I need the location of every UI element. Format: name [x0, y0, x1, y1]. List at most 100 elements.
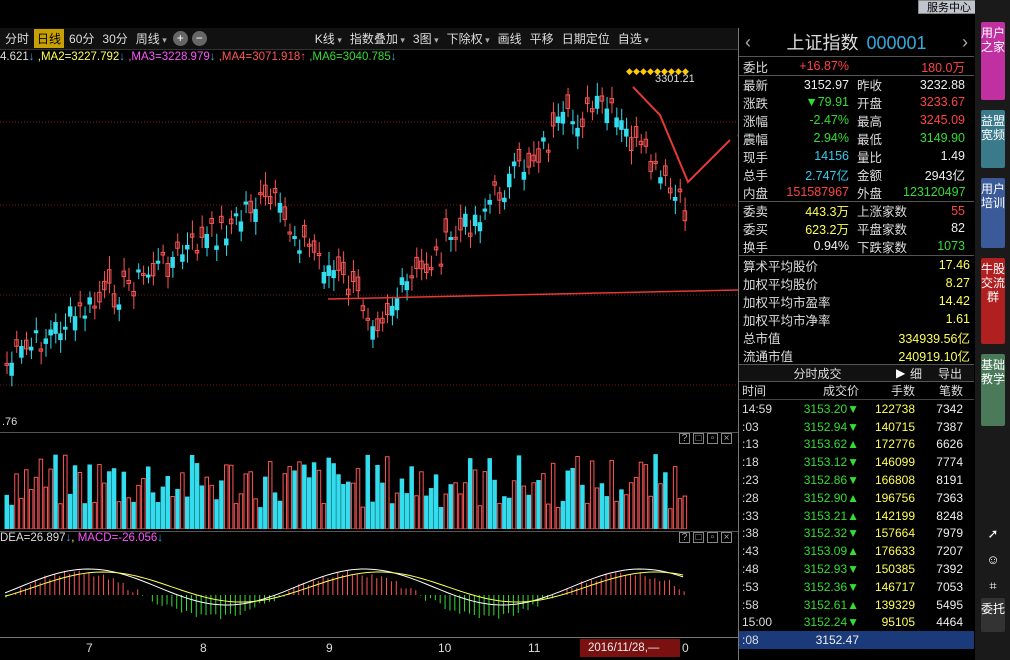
side-tab-stock-group[interactable]: 牛股交流群 — [981, 258, 1005, 344]
volume-bar — [536, 480, 541, 529]
candle-body — [28, 346, 34, 351]
quote-label: 上涨家数 — [857, 205, 908, 219]
tick-volume: 142199 — [874, 508, 915, 523]
candle-body — [672, 196, 678, 201]
tick-time: :28 — [742, 490, 759, 505]
tick-time: :23 — [742, 473, 759, 488]
tick-volume: 176633 — [874, 544, 915, 559]
high-price-label: 3301.21 — [655, 73, 695, 85]
volume-bar — [433, 474, 439, 529]
quote-row: 震幅 2.94% 最低 3149.90 — [739, 129, 974, 147]
candle-body — [136, 269, 141, 273]
stat-label: 流通市值 — [743, 349, 794, 364]
tab-30min[interactable]: 30分 — [99, 29, 130, 48]
volume-bar — [672, 466, 678, 529]
pan-button[interactable]: 平移 — [527, 29, 557, 48]
tick-title: 分时成交 — [793, 366, 842, 381]
tick-count: 7979 — [936, 526, 963, 541]
candle-body — [404, 281, 410, 291]
tab-weekly[interactable]: 周线 — [133, 29, 170, 48]
volume-bar — [136, 484, 141, 529]
draw-line-button[interactable]: 画线 — [495, 29, 525, 48]
volume-bar — [106, 471, 112, 529]
rocket-icon[interactable]: ➚ — [981, 522, 1005, 546]
low-price-label: .76 — [2, 416, 17, 428]
candle-body — [145, 274, 151, 278]
volume-bar — [92, 501, 97, 529]
volume-bar — [389, 503, 395, 529]
watchlist-dropdown[interactable]: 自选 — [615, 29, 652, 48]
candle-body — [253, 209, 258, 222]
play-icon[interactable]: ▶ — [896, 366, 910, 380]
tick-list[interactable]: 14:59 3153.20▼ 122738 7342:03 3152.94▼ 140715… — [739, 400, 974, 650]
side-tab-broadband[interactable]: 益盟宽频 — [981, 110, 1005, 168]
macd-chart[interactable] — [0, 547, 738, 637]
market-stats: 算术平均股价 17.46 加权平均股价 8.27 加权平均市盈率 14.42 加权平均市净率… — [739, 255, 974, 364]
volume-bar — [482, 471, 488, 529]
title-strip — [0, 0, 1010, 28]
tick-time: :13 — [742, 437, 759, 452]
ex-rights-dropdown[interactable]: 下除权 — [444, 29, 493, 48]
tab-daily[interactable]: 日线 — [34, 29, 65, 48]
candlestick-chart[interactable]: ◆ ◆ ◆ ◆ ◆ ◆ ◆ ◆ ◆ .76 3301.21 — [0, 65, 738, 435]
tick-volume: 196756 — [874, 490, 915, 505]
market-stat-row: 总市值 334939.56亿 — [739, 328, 974, 346]
volume-bar — [116, 501, 122, 529]
tick-row: :18 3153.12▼ 146099 7774 — [739, 453, 974, 471]
volume-bar — [311, 462, 317, 529]
detail-button[interactable]: 细 — [910, 365, 938, 382]
volume-bar — [555, 506, 561, 529]
volume-bar — [199, 485, 205, 529]
tab-fenshi[interactable]: 分时 — [2, 29, 32, 48]
candle-body — [33, 330, 39, 334]
stat-value: 240919.10亿 — [898, 349, 970, 364]
side-tab-order[interactable]: 委托 — [981, 598, 1005, 632]
service-center-button[interactable]: 服务中心 — [918, 0, 980, 14]
volume-bar — [667, 508, 673, 529]
candle-body — [326, 265, 331, 276]
volume-bar — [414, 495, 419, 529]
zoom-in-button[interactable]: + — [172, 31, 188, 46]
tick-time: :33 — [742, 508, 759, 523]
macd-panel-controls[interactable]: ? □ ▫ × — [679, 532, 732, 543]
tick-price: 3152.93▼ — [803, 562, 859, 577]
candle-body — [604, 108, 610, 124]
tick-price: 3152.24▼ — [803, 615, 859, 630]
candle-body — [555, 116, 561, 123]
stat-label: 加权平均市盈率 — [743, 295, 831, 310]
volume-bar — [380, 482, 385, 529]
index-overlay-dropdown[interactable]: 指数叠加 — [347, 29, 408, 48]
tick-row: :48 3152.93▼ 150385 7392 — [739, 560, 974, 578]
high-marker: ◆ — [640, 66, 647, 76]
zoom-out-button[interactable]: − — [191, 31, 207, 46]
volume-bar — [438, 507, 444, 529]
macd-value: MACD=-26.056 — [77, 532, 158, 544]
crop-icon[interactable]: ⌗ — [981, 574, 1005, 598]
side-tab-bar: 用户之家 益盟宽频 用户培训 牛股交流群 基础教学 ➚ ☺ ⌗ 委托 — [975, 0, 1010, 660]
volume-bar — [214, 499, 219, 529]
volume-bar — [546, 503, 551, 529]
volume-bar — [614, 500, 619, 529]
volume-bar — [638, 461, 644, 529]
candle-body — [448, 237, 453, 241]
volume-bar — [209, 484, 214, 529]
three-chart-dropdown[interactable]: 3图 — [410, 29, 442, 48]
chat-icon[interactable]: ☺ — [981, 548, 1005, 572]
quote-label: 委比 — [743, 60, 769, 75]
prev-stock-icon[interactable]: ‹ — [745, 32, 751, 53]
volume-panel-controls[interactable]: ? □ ▫ × — [679, 433, 732, 444]
side-tab-basics[interactable]: 基础教学 — [981, 354, 1005, 426]
tick-count: 7207 — [936, 544, 963, 559]
volume-bar — [194, 463, 200, 529]
volume-chart[interactable] — [0, 447, 738, 529]
tab-60min[interactable]: 60分 — [66, 29, 97, 48]
date-locate-button[interactable]: 日期定位 — [559, 29, 613, 48]
next-stock-icon[interactable]: › — [962, 32, 968, 53]
kline-dropdown[interactable]: K线 — [312, 29, 345, 48]
side-tab-user-home[interactable]: 用户之家 — [981, 22, 1005, 100]
side-tab-training[interactable]: 用户培训 — [981, 178, 1005, 248]
tick-time: :43 — [742, 544, 759, 559]
export-button[interactable]: 导出 — [938, 365, 974, 382]
volume-bar — [72, 465, 78, 529]
volume-bar — [77, 471, 83, 529]
